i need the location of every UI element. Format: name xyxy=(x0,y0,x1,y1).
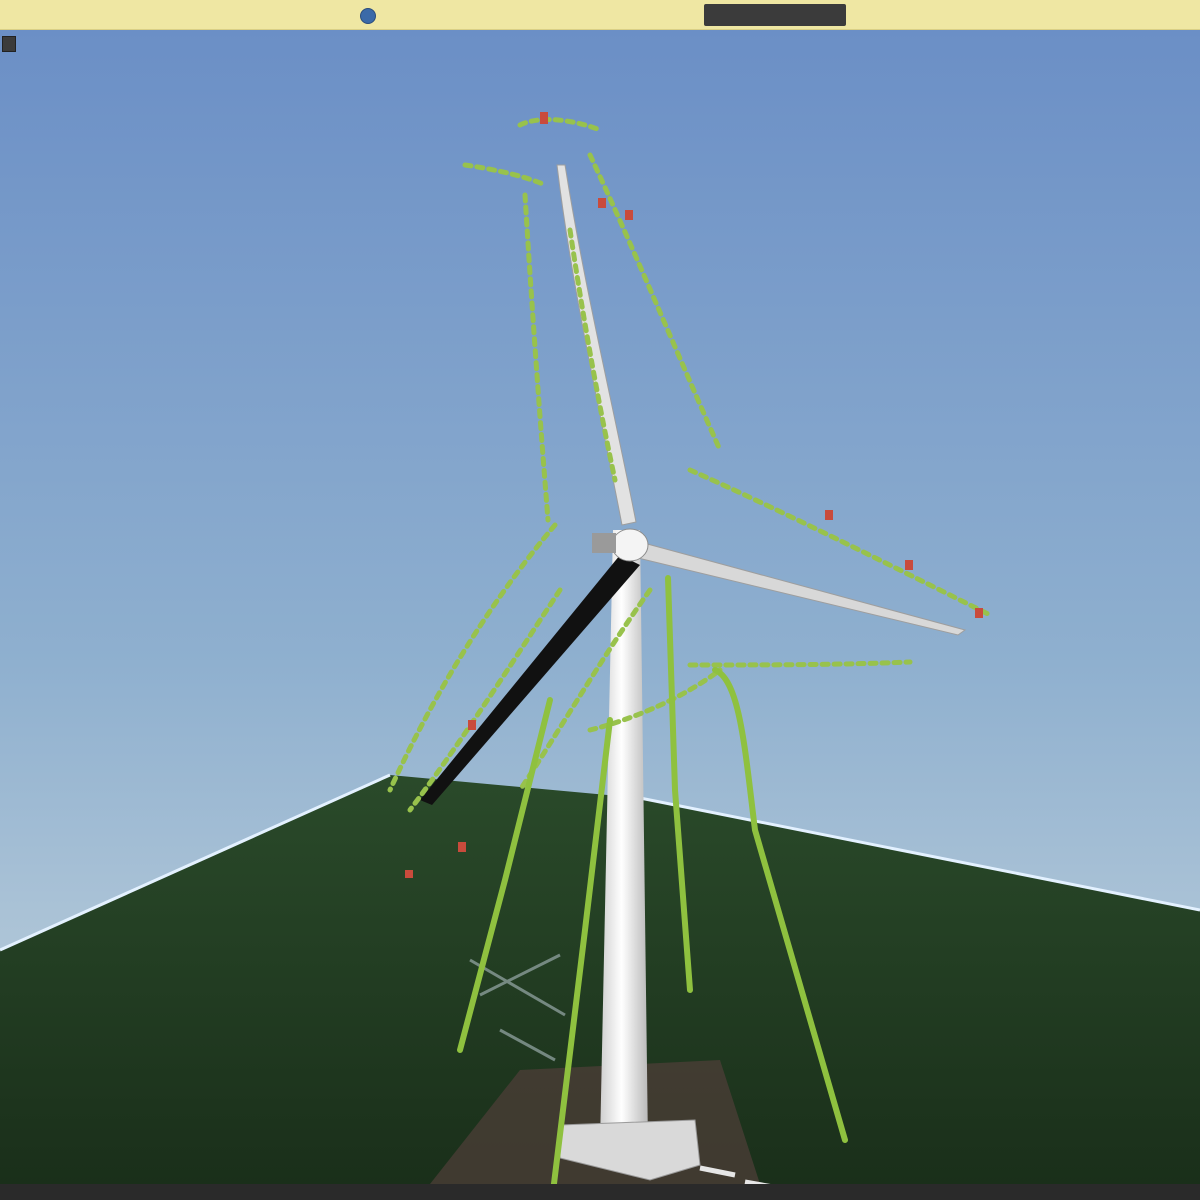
3d-viewport[interactable] xyxy=(0,30,1200,1184)
viewport-corner-handle[interactable] xyxy=(2,36,16,52)
hub xyxy=(611,528,649,562)
nacelle xyxy=(592,533,616,553)
notification-bar xyxy=(0,0,1200,30)
status-bar xyxy=(0,1184,1200,1200)
scene-svg[interactable] xyxy=(0,30,1200,1184)
notification-action-button[interactable] xyxy=(704,4,846,26)
globe-icon xyxy=(360,8,376,24)
